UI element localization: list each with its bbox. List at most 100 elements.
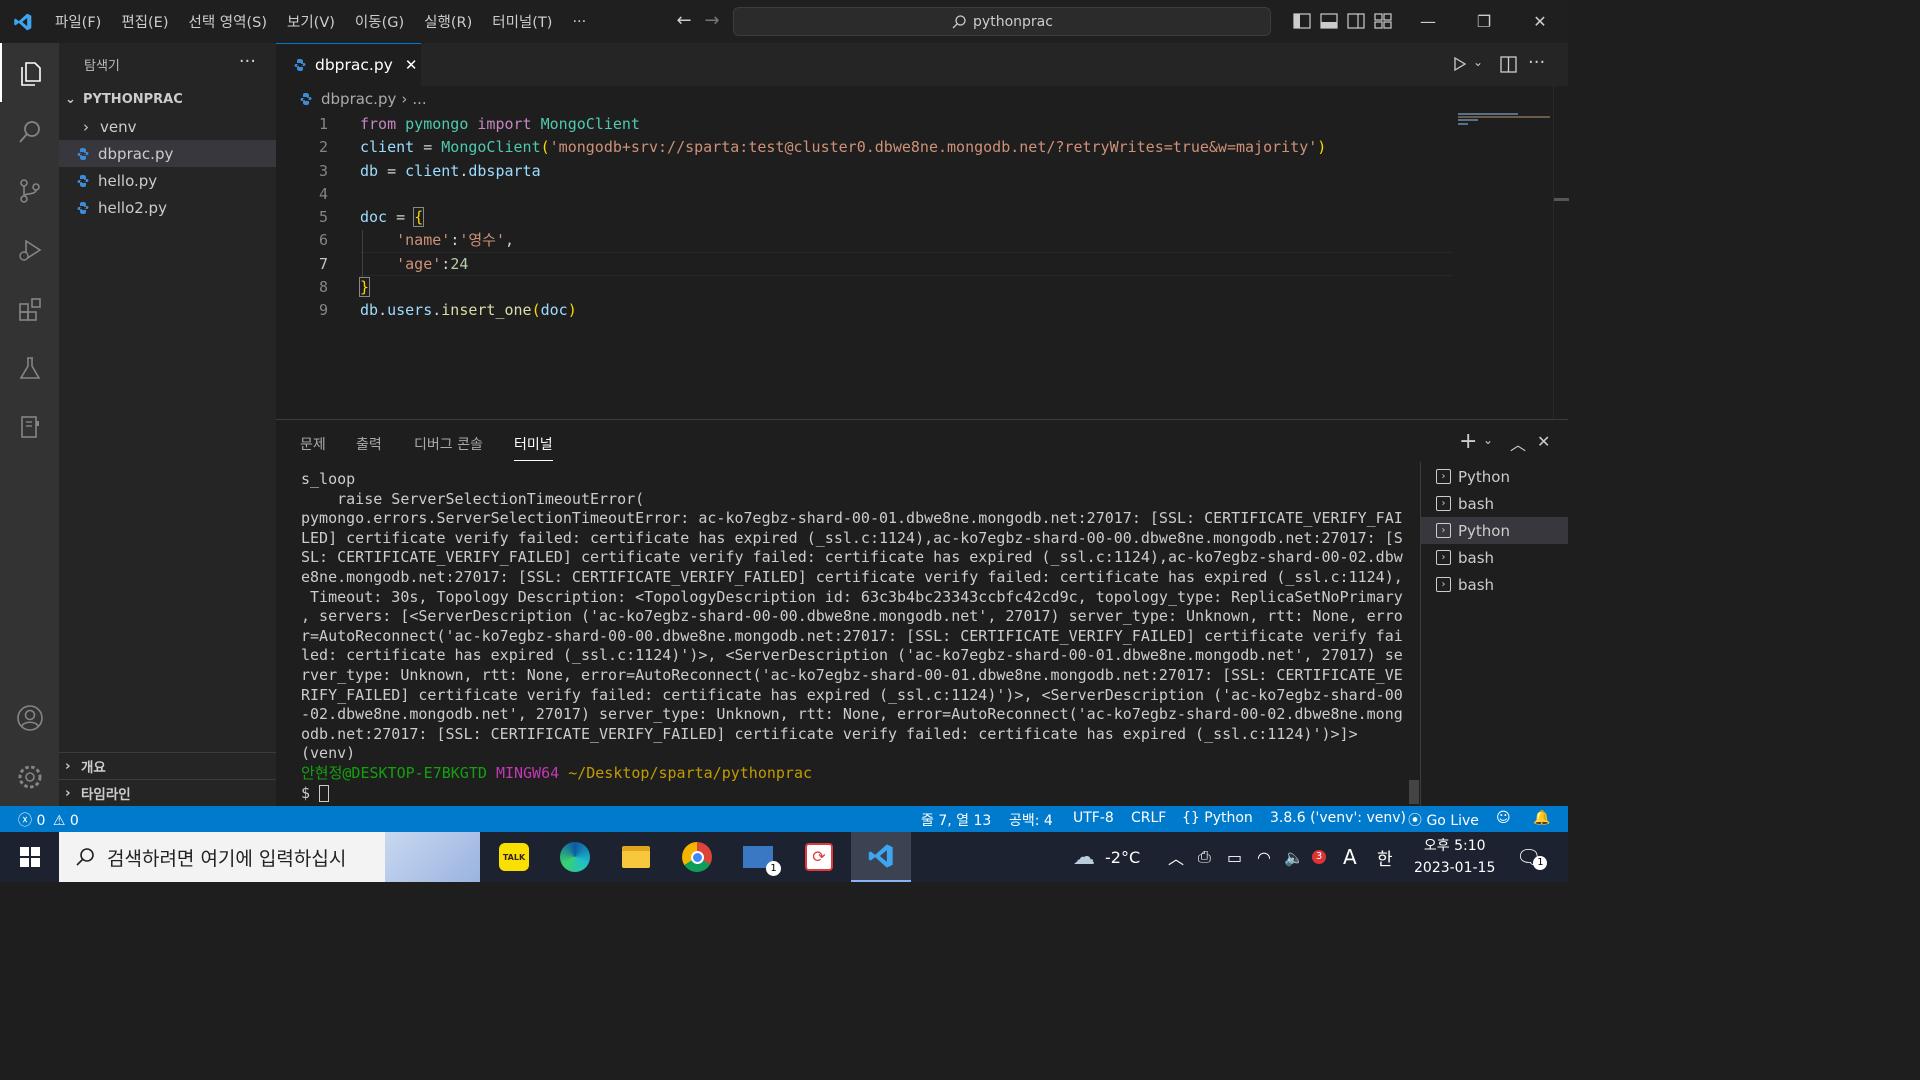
clock[interactable]: 오후 5:10 2023-01-15 [1414, 832, 1495, 882]
terminal-list-item[interactable]: › Python [1421, 463, 1568, 490]
notebook-icon[interactable] [0, 397, 59, 456]
language-mode[interactable]: {} Python [1182, 810, 1253, 826]
weather-widget[interactable]: ☁ -2°C [1073, 832, 1140, 882]
split-editor-icon[interactable] [1500, 56, 1517, 73]
terminal-scrollbar[interactable] [1409, 780, 1419, 804]
tab-output[interactable]: 출력 [356, 434, 382, 454]
customize-layout-icon[interactable] [1374, 12, 1392, 30]
file-explorer-icon[interactable] [606, 832, 666, 882]
timeline-section[interactable]: › 타임라인 [59, 779, 276, 806]
problems-status[interactable]: ⓧ 0 ⚠ 0 [18, 810, 79, 830]
restore-button[interactable]: ❐ [1456, 0, 1512, 43]
ime-mode[interactable]: A [1343, 832, 1357, 882]
menu-run[interactable]: 실행(R) [414, 0, 482, 43]
encoding[interactable]: UTF-8 [1073, 810, 1114, 826]
terminal-output[interactable]: s_loop raise ServerSelectionTimeoutError… [301, 470, 1403, 803]
kakaotalk-icon[interactable]: TALK [484, 832, 544, 882]
menu-more[interactable]: ··· [562, 0, 596, 43]
minimize-button[interactable]: — [1400, 0, 1456, 43]
chrome-icon[interactable] [667, 832, 727, 882]
feedback-icon[interactable]: ☺ [1496, 810, 1511, 826]
command-center[interactable]: pythonprac [733, 7, 1271, 36]
close-window-button[interactable]: ✕ [1512, 0, 1568, 43]
tab-problems[interactable]: 문제 [300, 434, 326, 454]
end-of-line[interactable]: CRLF [1131, 810, 1166, 826]
breadcrumb-rest[interactable]: ... [412, 90, 426, 108]
terminal-icon: › [1436, 496, 1451, 511]
menu-view[interactable]: 보기(V) [277, 0, 345, 43]
indentation[interactable]: 공백: 4 [1009, 810, 1053, 830]
settings-gear-icon[interactable] [0, 747, 59, 806]
editor-scrollbar[interactable] [1553, 86, 1569, 419]
chevron-down-icon: ⌄ [65, 92, 76, 107]
maximize-panel-icon[interactable]: ︿ [1510, 431, 1526, 455]
back-arrow-icon[interactable]: ← [670, 10, 698, 31]
explorer-icon[interactable] [0, 43, 59, 102]
sidebar-title: 탐색기 [84, 59, 120, 74]
toggle-panel-icon[interactable] [1320, 12, 1338, 30]
extensions-icon[interactable] [0, 279, 59, 338]
terminal-list-item[interactable]: › bash [1421, 544, 1568, 571]
menu-edit[interactable]: 편집(E) [111, 0, 178, 43]
edge-browser-icon[interactable] [545, 832, 605, 882]
antivirus-icon[interactable]: 3 [1312, 832, 1326, 882]
wifi-icon[interactable]: ◠ [1257, 832, 1271, 882]
tree-item-venv[interactable]: › venv [59, 113, 276, 140]
code-editor[interactable]: from pymongo import MongoClient client = … [358, 113, 1326, 323]
sidebar-more-button[interactable]: ··· [239, 51, 256, 72]
testing-icon[interactable] [0, 338, 59, 397]
meet-icon[interactable]: ⎙ [1198, 832, 1211, 882]
search-view-icon[interactable] [0, 102, 59, 161]
menu-go[interactable]: 이동(G) [345, 0, 414, 43]
python-interpreter[interactable]: 3.8.6 ('venv': venv) [1270, 810, 1406, 826]
menu-selection[interactable]: 선택 영역(S) [179, 0, 278, 43]
go-live-button[interactable]: ⦿ Go Live [1408, 810, 1479, 830]
tray-overflow-icon[interactable]: ︿ [1168, 832, 1184, 882]
tab-dbprac[interactable]: dbprac.py ✕ [276, 43, 421, 86]
close-tab-icon[interactable]: ✕ [405, 56, 418, 74]
tree-item-label: dbprac.py [98, 144, 174, 163]
battery-icon[interactable]: ▭ [1227, 832, 1242, 882]
tree-item-hello[interactable]: hello.py [59, 167, 276, 194]
run-dropdown-icon[interactable]: ⌄ [1473, 55, 1483, 69]
notification-center-icon[interactable]: 🗨 1 [1516, 832, 1548, 882]
run-file-icon[interactable] [1452, 56, 1468, 72]
ime-hangul[interactable]: 한 [1377, 832, 1393, 882]
editor-more-button[interactable]: ··· [1528, 52, 1545, 73]
accounts-icon[interactable] [0, 688, 59, 747]
terminal-list-item[interactable]: › bash [1421, 571, 1568, 598]
terminal-dropdown-icon[interactable]: ⌄ [1483, 433, 1493, 447]
terminal-list-item[interactable]: › bash [1421, 490, 1568, 517]
menu-file[interactable]: 파일(F) [45, 0, 111, 43]
tab-bar: dbprac.py ✕ ⌄ ··· [276, 43, 1568, 86]
close-panel-icon[interactable]: ✕ [1537, 432, 1550, 451]
tree-item-dbprac[interactable]: dbprac.py [59, 140, 276, 167]
activity-bar [0, 43, 59, 806]
toggle-primary-sidebar-icon[interactable] [1293, 12, 1311, 30]
run-debug-icon[interactable] [0, 220, 59, 279]
breadcrumb-file[interactable]: dbprac.py [321, 90, 396, 108]
terminal-list-item[interactable]: › Python [1421, 517, 1568, 544]
forward-arrow-icon[interactable]: → [698, 10, 726, 31]
source-control-icon[interactable] [0, 161, 59, 220]
notifications-bell-icon[interactable]: 🔔 [1533, 810, 1550, 826]
mail-icon[interactable]: 1 [728, 832, 788, 882]
search-highlight-image [385, 832, 480, 882]
project-folder-header[interactable]: ⌄ PYTHONPRAC [59, 86, 276, 113]
sync-app-icon[interactable]: ⟳ [789, 832, 849, 882]
menu-terminal[interactable]: 터미널(T) [482, 0, 562, 43]
outline-section[interactable]: › 개요 [59, 752, 276, 779]
tab-terminal[interactable]: 터미널 [514, 434, 553, 461]
search-icon [76, 848, 94, 866]
new-terminal-icon[interactable]: + [1459, 429, 1477, 454]
tree-item-hello2[interactable]: hello2.py [59, 194, 276, 221]
tab-debug-console[interactable]: 디버그 콘솔 [414, 434, 483, 454]
toggle-secondary-sidebar-icon[interactable] [1347, 12, 1365, 30]
volume-icon[interactable]: 🔈 [1284, 832, 1304, 882]
taskbar-search[interactable]: 검색하려면 여기에 입력하십시 [59, 832, 480, 882]
minimap[interactable] [1458, 113, 1553, 127]
windows-start-icon[interactable] [0, 832, 59, 882]
cursor-position[interactable]: 줄 7, 열 13 [921, 810, 991, 830]
vscode-taskbar-icon[interactable] [851, 832, 911, 882]
prompt-env: MINGW64 [495, 763, 560, 782]
